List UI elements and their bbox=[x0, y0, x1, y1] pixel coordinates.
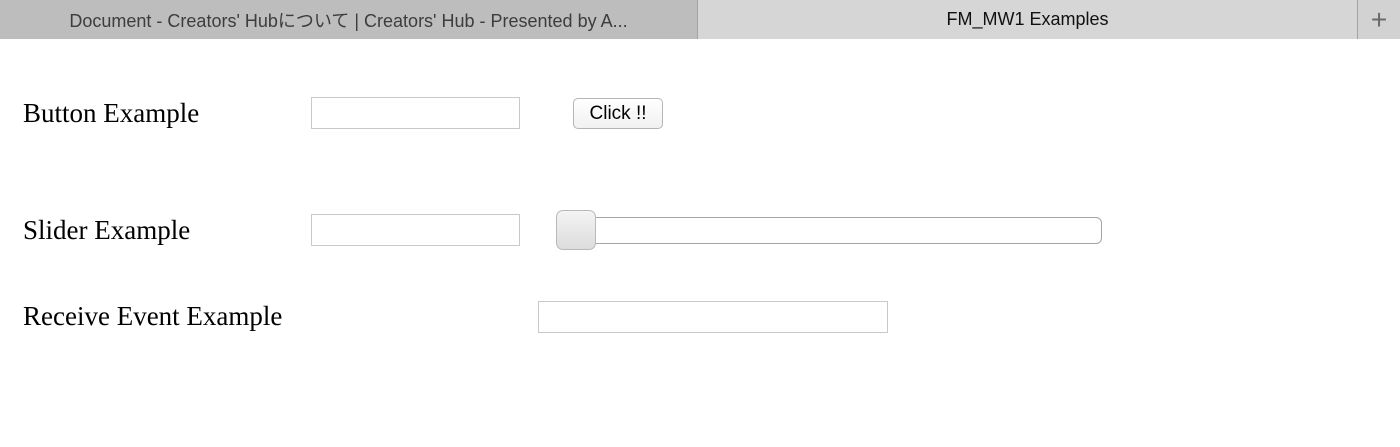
slider-example-label: Slider Example bbox=[23, 215, 191, 245]
plus-icon: + bbox=[1370, 3, 1388, 35]
slider-track[interactable] bbox=[556, 217, 1102, 244]
tab-title: FM_MW1 Examples bbox=[946, 9, 1109, 29]
new-tab-button[interactable]: + bbox=[1358, 0, 1400, 39]
slider[interactable] bbox=[556, 209, 1102, 251]
tab-creators-hub[interactable]: Document - Creators' Hubについて | Creators'… bbox=[0, 0, 698, 39]
slider-example-input[interactable] bbox=[311, 214, 520, 246]
button-example-label: Button Example bbox=[23, 98, 200, 128]
tab-bar: Document - Creators' Hubについて | Creators'… bbox=[0, 0, 1400, 39]
button-example-input[interactable] bbox=[311, 97, 520, 129]
receive-event-example-label: Receive Event Example bbox=[23, 301, 283, 331]
tab-fm-mw1-examples[interactable]: FM_MW1 Examples bbox=[698, 0, 1358, 39]
click-button[interactable]: Click !! bbox=[573, 98, 663, 129]
receive-event-input[interactable] bbox=[538, 301, 888, 333]
tab-title: Document - Creators' Hubについて | Creators'… bbox=[69, 10, 628, 31]
slider-thumb[interactable] bbox=[556, 210, 596, 250]
page-content: Button Example Click !! Slider Example R… bbox=[0, 39, 1400, 447]
